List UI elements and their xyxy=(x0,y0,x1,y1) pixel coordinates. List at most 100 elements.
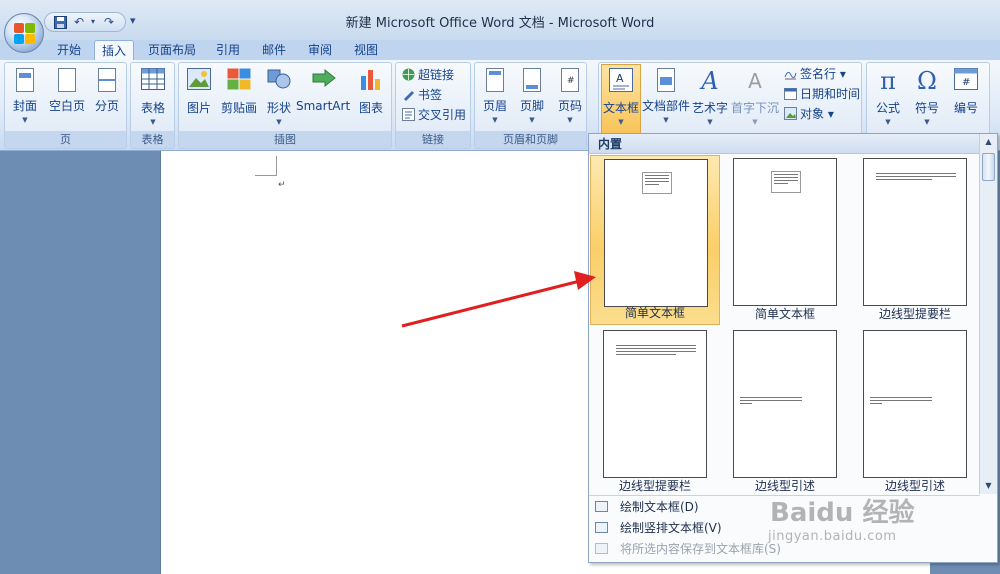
draw-vertical-text-box-menu-item[interactable]: 绘制竖排文本框(V) xyxy=(595,518,722,538)
tile-preview xyxy=(863,330,967,478)
window-title: 新建 Microsoft Office Word 文档 - Microsoft … xyxy=(345,16,655,31)
text-box-icon: A xyxy=(609,68,633,94)
page-number-button[interactable]: # 页码 ▼ xyxy=(554,65,586,131)
blank-page-button[interactable]: 空白页 xyxy=(47,65,87,131)
symbol-button[interactable]: Ω 符号 ▼ xyxy=(910,65,944,131)
gallery-tile-simple-text-box-2[interactable]: 简单文本框 xyxy=(720,155,850,325)
smartart-button[interactable]: SmartArt xyxy=(296,65,350,131)
text-box-button[interactable]: A 文本框 ▼ xyxy=(601,64,641,134)
group-label-page: 页 xyxy=(5,131,126,148)
drop-cap-button[interactable]: A 首字下沉 ▼ xyxy=(731,65,779,131)
tile-preview xyxy=(604,159,708,307)
quick-access-toolbar: ↶ ▾ ↷ xyxy=(44,12,126,32)
cross-reference-button[interactable]: 交叉引用 xyxy=(402,106,466,124)
office-logo-icon xyxy=(14,23,36,45)
draw-text-box-menu-item[interactable]: 绘制文本框(D) xyxy=(595,497,699,517)
picture-icon xyxy=(187,68,211,94)
redo-icon[interactable]: ↷ xyxy=(101,14,117,30)
omega-icon: Ω xyxy=(917,67,937,95)
cover-page-button[interactable]: 封面 ▼ xyxy=(9,65,41,131)
chart-button[interactable]: 图表 xyxy=(355,65,387,131)
object-icon xyxy=(784,107,797,120)
group-label-illustrations: 插图 xyxy=(179,131,391,148)
group-label-table: 表格 xyxy=(131,131,174,148)
signature-icon xyxy=(784,67,797,80)
undo-dropdown-icon[interactable]: ▾ xyxy=(85,14,101,30)
tab-page-layout[interactable]: 页面布局 xyxy=(142,40,202,61)
office-button[interactable] xyxy=(4,13,44,53)
tile-preview xyxy=(733,330,837,478)
gallery-tile-border-sidebar-1[interactable]: 边线型提要栏 xyxy=(850,155,980,325)
date-time-button[interactable]: 日期和时间 xyxy=(784,85,860,103)
wordart-button[interactable]: A 艺术字 ▼ xyxy=(691,65,729,131)
object-button[interactable]: 对象 ▾ xyxy=(784,105,834,123)
gallery-scrollbar[interactable]: ▲ ▼ xyxy=(979,134,997,494)
ribbon-tabs: 开始 插入 页面布局 引用 邮件 审阅 视图 xyxy=(0,40,1000,61)
smartart-icon xyxy=(311,68,336,94)
table-button[interactable]: 表格 ▼ xyxy=(137,65,169,131)
group-illustrations: 图片 剪贴画 形状 ▼ SmartArt 图表 插图 xyxy=(178,62,392,149)
page-break-icon xyxy=(98,68,116,92)
scroll-down-icon[interactable]: ▼ xyxy=(980,478,997,494)
vertical-text-box-icon xyxy=(595,522,608,533)
tile-preview xyxy=(733,158,837,306)
tab-home[interactable]: 开始 xyxy=(48,40,90,61)
margin-corner-mark xyxy=(255,156,277,176)
cross-reference-icon xyxy=(402,108,415,121)
page-number-icon: # xyxy=(561,68,579,92)
numbering-button[interactable]: # 编号 xyxy=(949,65,983,131)
dropdown-arrow-icon: ▼ xyxy=(22,116,28,124)
dropdown-arrow-icon: ▼ xyxy=(529,116,535,124)
tab-review[interactable]: 审阅 xyxy=(299,40,341,61)
dropdown-arrow-icon: ▼ xyxy=(618,118,624,126)
tab-insert[interactable]: 插入 xyxy=(94,40,134,61)
gallery-section-header: 内置 xyxy=(589,134,979,154)
baidu-jingyan-watermark: Baidu 经验 jingyan.baidu.com xyxy=(768,498,915,544)
tab-view[interactable]: 视图 xyxy=(345,40,387,61)
signature-line-button[interactable]: 签名行 ▾ xyxy=(784,65,846,83)
dropdown-arrow-icon: ▼ xyxy=(924,118,930,126)
dropdown-arrow-icon: ▼ xyxy=(707,118,713,126)
tab-references[interactable]: 引用 xyxy=(207,40,249,61)
tab-mailings[interactable]: 邮件 xyxy=(253,40,295,61)
gallery-tile-simple-text-box-1[interactable]: 简单文本框 xyxy=(590,155,720,325)
footer-icon xyxy=(523,68,541,92)
quick-parts-button[interactable]: 文档部件 ▼ xyxy=(642,65,690,131)
tile-preview xyxy=(863,158,967,306)
gallery-tile-border-sidebar-2[interactable]: 边线型提要栏 xyxy=(590,327,720,497)
save-to-gallery-icon xyxy=(595,543,608,554)
dropdown-arrow-icon: ▼ xyxy=(885,118,891,126)
pi-icon: π xyxy=(880,67,896,95)
picture-button[interactable]: 图片 xyxy=(184,65,214,131)
dropdown-arrow-icon: ▼ xyxy=(150,118,156,126)
dropdown-arrow-icon: ▼ xyxy=(663,116,669,124)
dropdown-arrow-icon: ▼ xyxy=(752,118,758,126)
footer-button[interactable]: 页脚 ▼ xyxy=(516,65,548,131)
table-icon xyxy=(141,68,165,94)
scroll-up-icon[interactable]: ▲ xyxy=(980,134,997,150)
group-page: 封面 ▼ 空白页 分页 页 xyxy=(4,62,127,149)
group-label-header-footer: 页眉和页脚 xyxy=(475,131,586,148)
save-selection-to-gallery-menu-item[interactable]: 将所选内容保存到文本框库(S) xyxy=(595,539,781,559)
page-break-button[interactable]: 分页 xyxy=(91,65,123,131)
equation-button[interactable]: π 公式 ▼ xyxy=(871,65,905,131)
clip-art-button[interactable]: 剪贴画 xyxy=(219,65,259,131)
hyperlink-button[interactable]: 超链接 xyxy=(402,66,454,84)
shapes-icon xyxy=(267,68,291,94)
gallery-tile-border-quote-2[interactable]: 边线型引述 xyxy=(850,327,980,497)
group-table: 表格 ▼ 表格 xyxy=(130,62,175,149)
scroll-thumb[interactable] xyxy=(982,153,995,181)
chart-icon xyxy=(359,68,383,94)
save-icon[interactable] xyxy=(52,14,68,30)
dropdown-arrow-icon: ▼ xyxy=(567,116,573,124)
paragraph-mark: ↵ xyxy=(278,180,286,190)
customize-quick-access-icon[interactable]: ▾ xyxy=(130,14,136,27)
drop-cap-icon: A xyxy=(748,69,762,93)
shapes-button[interactable]: 形状 ▼ xyxy=(263,65,295,131)
header-button[interactable]: 页眉 ▼ xyxy=(479,65,511,131)
gallery-tile-border-quote-1[interactable]: 边线型引述 xyxy=(720,327,850,497)
group-label-links: 链接 xyxy=(396,131,470,148)
dropdown-arrow-icon: ▼ xyxy=(276,118,282,126)
bookmark-button[interactable]: 书签 xyxy=(402,86,442,104)
cover-page-icon xyxy=(16,68,34,92)
